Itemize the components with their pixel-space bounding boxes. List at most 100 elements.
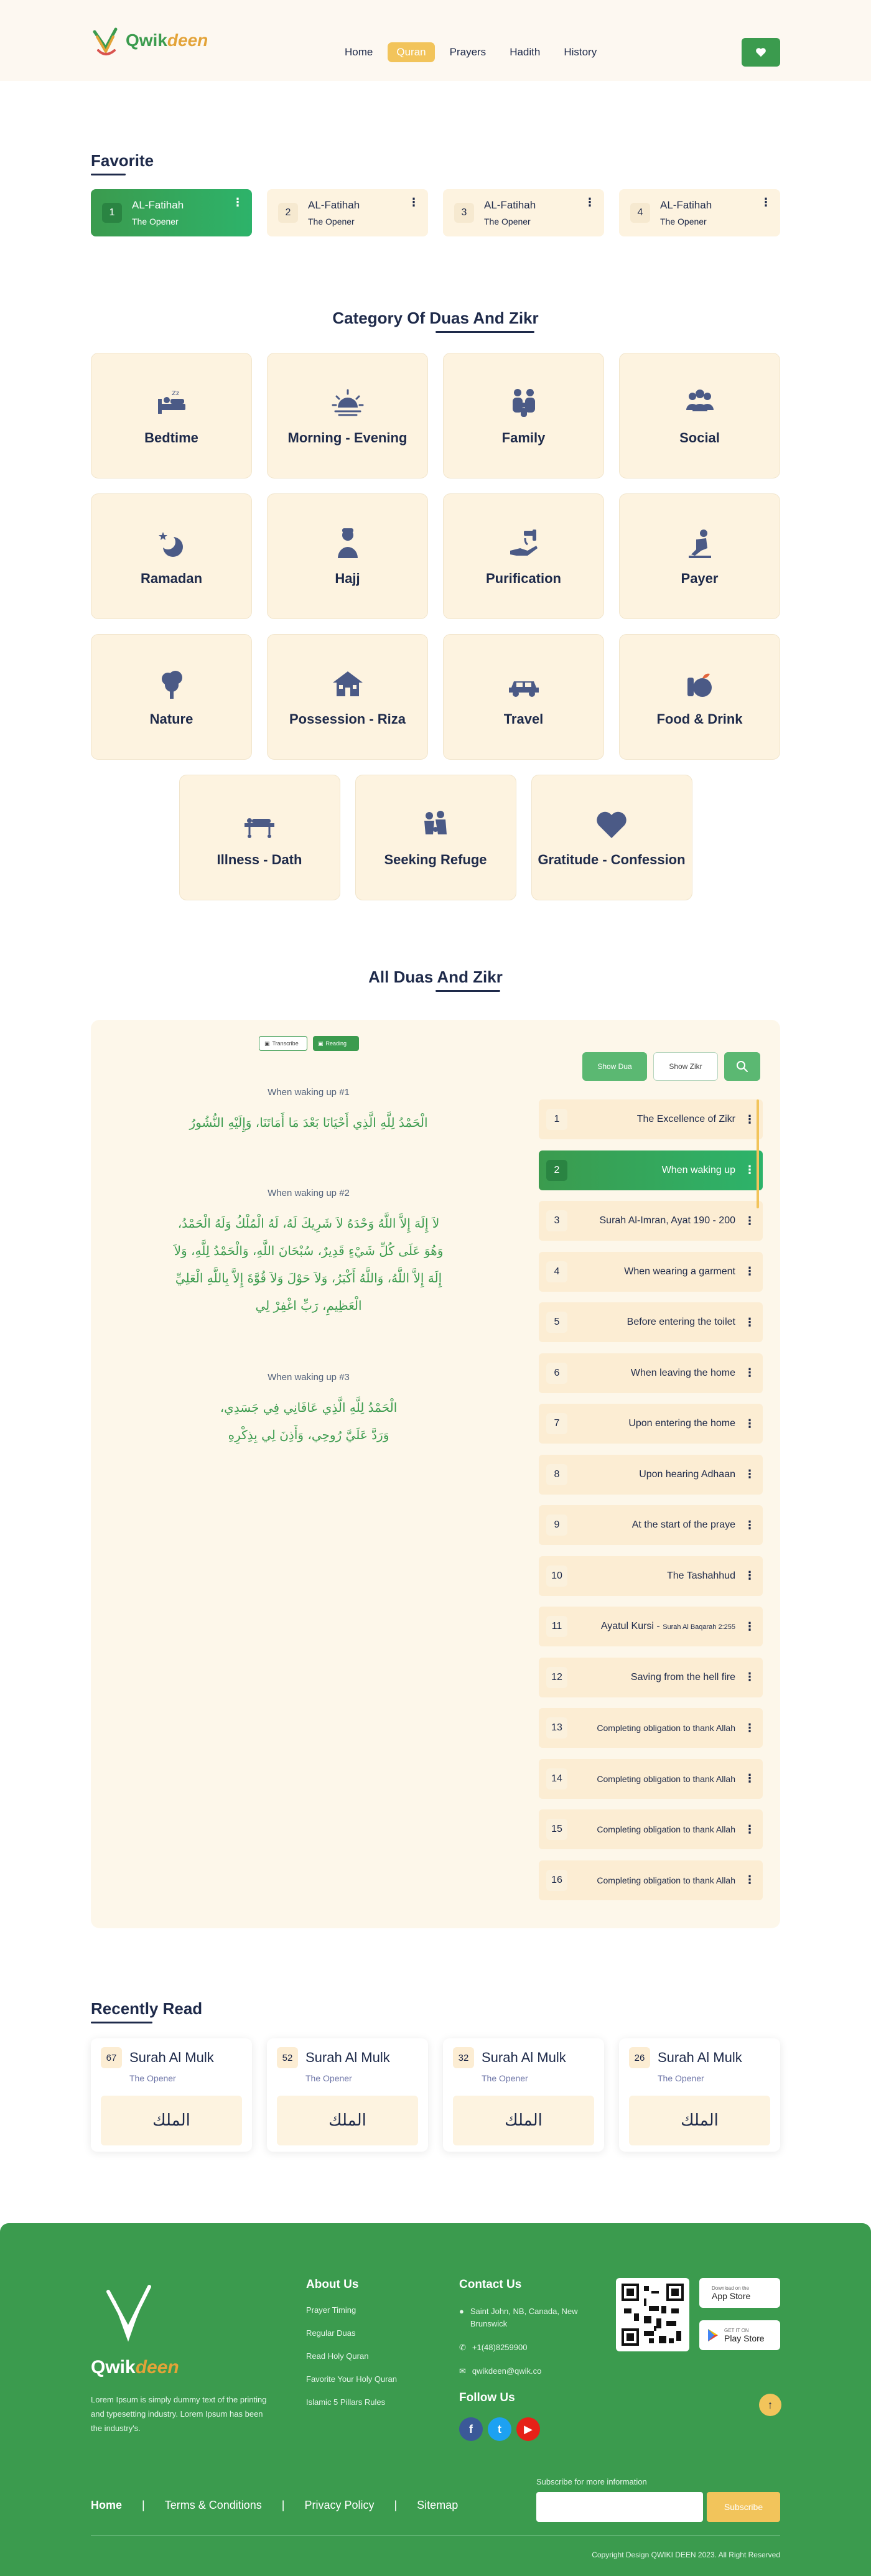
category-card-morning-evening[interactable]: Morning - Evening	[267, 353, 428, 478]
category-card-hajj[interactable]: Hajj	[267, 493, 428, 619]
favorite-card[interactable]: 4 AL-Fatihah The Opener ⋮	[619, 189, 780, 236]
subscribe-button[interactable]: Subscribe	[707, 2492, 780, 2522]
category-card-family[interactable]: Family	[443, 353, 604, 478]
phone[interactable]: +1(48)8259900	[472, 2341, 528, 2354]
dua-list-item[interactable]: 2 When waking up ⋮	[539, 1150, 763, 1190]
email[interactable]: qwikdeen@qwik.co	[472, 2365, 541, 2378]
favorites-button[interactable]	[742, 38, 780, 67]
dua-list-item[interactable]: 14 Completing obligation to thank Allah ⋮	[539, 1758, 763, 1799]
more-vertical-icon[interactable]: ⋮	[744, 1519, 755, 1532]
logo[interactable]: Qwikdeen	[91, 23, 208, 58]
dua-list-item[interactable]: 13 Completing obligation to thank Allah ⋮	[539, 1708, 763, 1748]
more-vertical-icon[interactable]: ⋮	[744, 1722, 755, 1735]
more-vertical-icon[interactable]: ⋮	[232, 197, 243, 208]
category-card-gratitude[interactable]: Gratitude - Confession	[531, 775, 692, 900]
transcribe-toggle[interactable]: ▣ Transcribe	[259, 1036, 307, 1051]
footer-nav-terms[interactable]: Terms & Conditions	[165, 2499, 262, 2512]
category-card-illness[interactable]: Illness - Dath	[179, 775, 340, 900]
facebook-icon[interactable]: f	[459, 2417, 483, 2441]
category-card-seeking-refuge[interactable]: Seeking Refuge	[355, 775, 516, 900]
category-label: Morning - Evening	[287, 430, 408, 446]
dua-list-item[interactable]: 12 Saving from the hell fire ⋮	[539, 1657, 763, 1697]
category-card-food-drink[interactable]: Food & Drink	[619, 634, 780, 760]
scroll-to-top-button[interactable]: ↑	[759, 2394, 781, 2416]
recent-card[interactable]: 32 Surah Al Mulk The Opener الملك	[443, 2038, 604, 2152]
surah-number: 52	[277, 2047, 298, 2068]
favorite-card-subtitle: The Opener	[660, 217, 707, 226]
category-card-purification[interactable]: Purification	[443, 493, 604, 619]
category-card-bedtime[interactable]: Zz Bedtime	[91, 353, 252, 478]
dua-list-item[interactable]: 11 Ayatul Kursi - Surah Al Baqarah 2:255 ⋮	[539, 1607, 763, 1646]
more-vertical-icon[interactable]: ⋮	[744, 1874, 755, 1887]
more-vertical-icon[interactable]: ⋮	[584, 197, 595, 208]
nav-prayers[interactable]: Prayers	[441, 42, 495, 62]
dua-list-item[interactable]: 3 Surah Al-Imran, Ayat 190 - 200 ⋮	[539, 1201, 763, 1241]
category-card-possession[interactable]: Possession - Riza	[267, 634, 428, 760]
category-card-payer[interactable]: Payer	[619, 493, 780, 619]
more-vertical-icon[interactable]: ⋮	[760, 197, 771, 208]
footer-nav-home[interactable]: Home	[91, 2499, 122, 2512]
dua-list-item[interactable]: 8 Upon hearing Adhaan ⋮	[539, 1454, 763, 1495]
category-card-social[interactable]: Social	[619, 353, 780, 478]
footer-link[interactable]: Regular Duas	[306, 2328, 397, 2338]
search-button[interactable]	[724, 1052, 760, 1081]
more-vertical-icon[interactable]: ⋮	[744, 1823, 755, 1836]
dua-list-item[interactable]: 7 Upon entering the home ⋮	[539, 1404, 763, 1444]
subscribe-email-input[interactable]	[536, 2492, 703, 2522]
dua-list-item[interactable]: 5 Before entering the toilet ⋮	[539, 1302, 763, 1342]
more-vertical-icon[interactable]: ⋮	[744, 1671, 755, 1684]
more-vertical-icon[interactable]: ⋮	[744, 1569, 755, 1582]
more-vertical-icon[interactable]: ⋮	[744, 1164, 755, 1177]
dua-list-item[interactable]: 1 The Excellence of Zikr ⋮	[539, 1099, 763, 1139]
footer-nav-sitemap[interactable]: Sitemap	[417, 2499, 458, 2512]
dua-number: 13	[546, 1717, 567, 1738]
more-vertical-icon[interactable]: ⋮	[744, 1772, 755, 1785]
more-vertical-icon[interactable]: ⋮	[744, 1417, 755, 1430]
nav-quran[interactable]: Quran	[388, 42, 435, 62]
category-card-nature[interactable]: Nature	[91, 634, 252, 760]
youtube-icon[interactable]: ▶	[516, 2417, 540, 2441]
favorite-card[interactable]: 1 AL-Fatihah The Opener ⋮	[91, 189, 252, 236]
dua-list-item[interactable]: 4 When wearing a garment ⋮	[539, 1251, 763, 1292]
more-vertical-icon[interactable]: ⋮	[744, 1265, 755, 1278]
more-vertical-icon[interactable]: ⋮	[744, 1468, 755, 1481]
dua-arabic: وَرَدَّ عَلَيَّ رُوحِي، وَأَذِنَ لِي بِذ…	[228, 1427, 389, 1442]
more-vertical-icon[interactable]: ⋮	[408, 197, 419, 208]
dua-list-item[interactable]: 15 Completing obligation to thank Allah ⋮	[539, 1809, 763, 1849]
reading-toggle[interactable]: ▣ Reading	[313, 1036, 359, 1051]
recent-card[interactable]: 52 Surah Al Mulk The Opener الملك	[267, 2038, 428, 2152]
show-dua-button[interactable]: Show Dua	[582, 1052, 647, 1081]
dua-list-item[interactable]: 9 At the start of the praye ⋮	[539, 1505, 763, 1545]
nav-history[interactable]: History	[555, 42, 605, 62]
footer-nav-privacy[interactable]: Privacy Policy	[304, 2499, 374, 2512]
list-scrollbar[interactable]	[757, 1099, 759, 1208]
recent-card[interactable]: 26 Surah Al Mulk The Opener الملك	[619, 2038, 780, 2152]
play-store-button[interactable]: GET IT ON Play Store	[699, 2320, 780, 2350]
category-card-ramadan[interactable]: Ramadan	[91, 493, 252, 619]
nav-home[interactable]: Home	[336, 42, 381, 62]
more-vertical-icon[interactable]: ⋮	[744, 1316, 755, 1329]
dua-list-item[interactable]: 16 Completing obligation to thank Allah ⋮	[539, 1860, 763, 1900]
app-store-button[interactable]: Download on the App Store	[699, 2278, 780, 2308]
more-vertical-icon[interactable]: ⋮	[744, 1620, 755, 1633]
category-card-travel[interactable]: Travel	[443, 634, 604, 760]
show-zikr-button[interactable]: Show Zikr	[653, 1052, 718, 1081]
surah-arabic-name: الملك	[101, 2096, 242, 2145]
footer-link[interactable]: Islamic 5 Pillars Rules	[306, 2397, 397, 2407]
recent-card[interactable]: 67 Surah Al Mulk The Opener الملك	[91, 2038, 252, 2152]
nav-hadith[interactable]: Hadith	[501, 42, 549, 62]
favorite-card[interactable]: 3 AL-Fatihah The Opener ⋮	[443, 189, 604, 236]
favorite-card[interactable]: 2 AL-Fatihah The Opener ⋮	[267, 189, 428, 236]
twitter-icon[interactable]: t	[488, 2417, 511, 2441]
more-vertical-icon[interactable]: ⋮	[744, 1113, 755, 1126]
more-vertical-icon[interactable]: ⋮	[744, 1366, 755, 1379]
footer-link[interactable]: Prayer Timing	[306, 2305, 397, 2315]
footer-link[interactable]: Read Holy Quran	[306, 2351, 397, 2361]
footer-link[interactable]: Favorite Your Holy Quran	[306, 2374, 397, 2384]
dua-list-item[interactable]: 6 When leaving the home ⋮	[539, 1353, 763, 1393]
dua-list-item[interactable]: 10 The Tashahhud ⋮	[539, 1556, 763, 1596]
dua-number: 1	[546, 1109, 567, 1130]
recently-read-title: Recently Read	[91, 1999, 203, 2023]
more-vertical-icon[interactable]: ⋮	[744, 1215, 755, 1228]
footer-logo[interactable]: Qwikdeen	[91, 2279, 189, 2378]
